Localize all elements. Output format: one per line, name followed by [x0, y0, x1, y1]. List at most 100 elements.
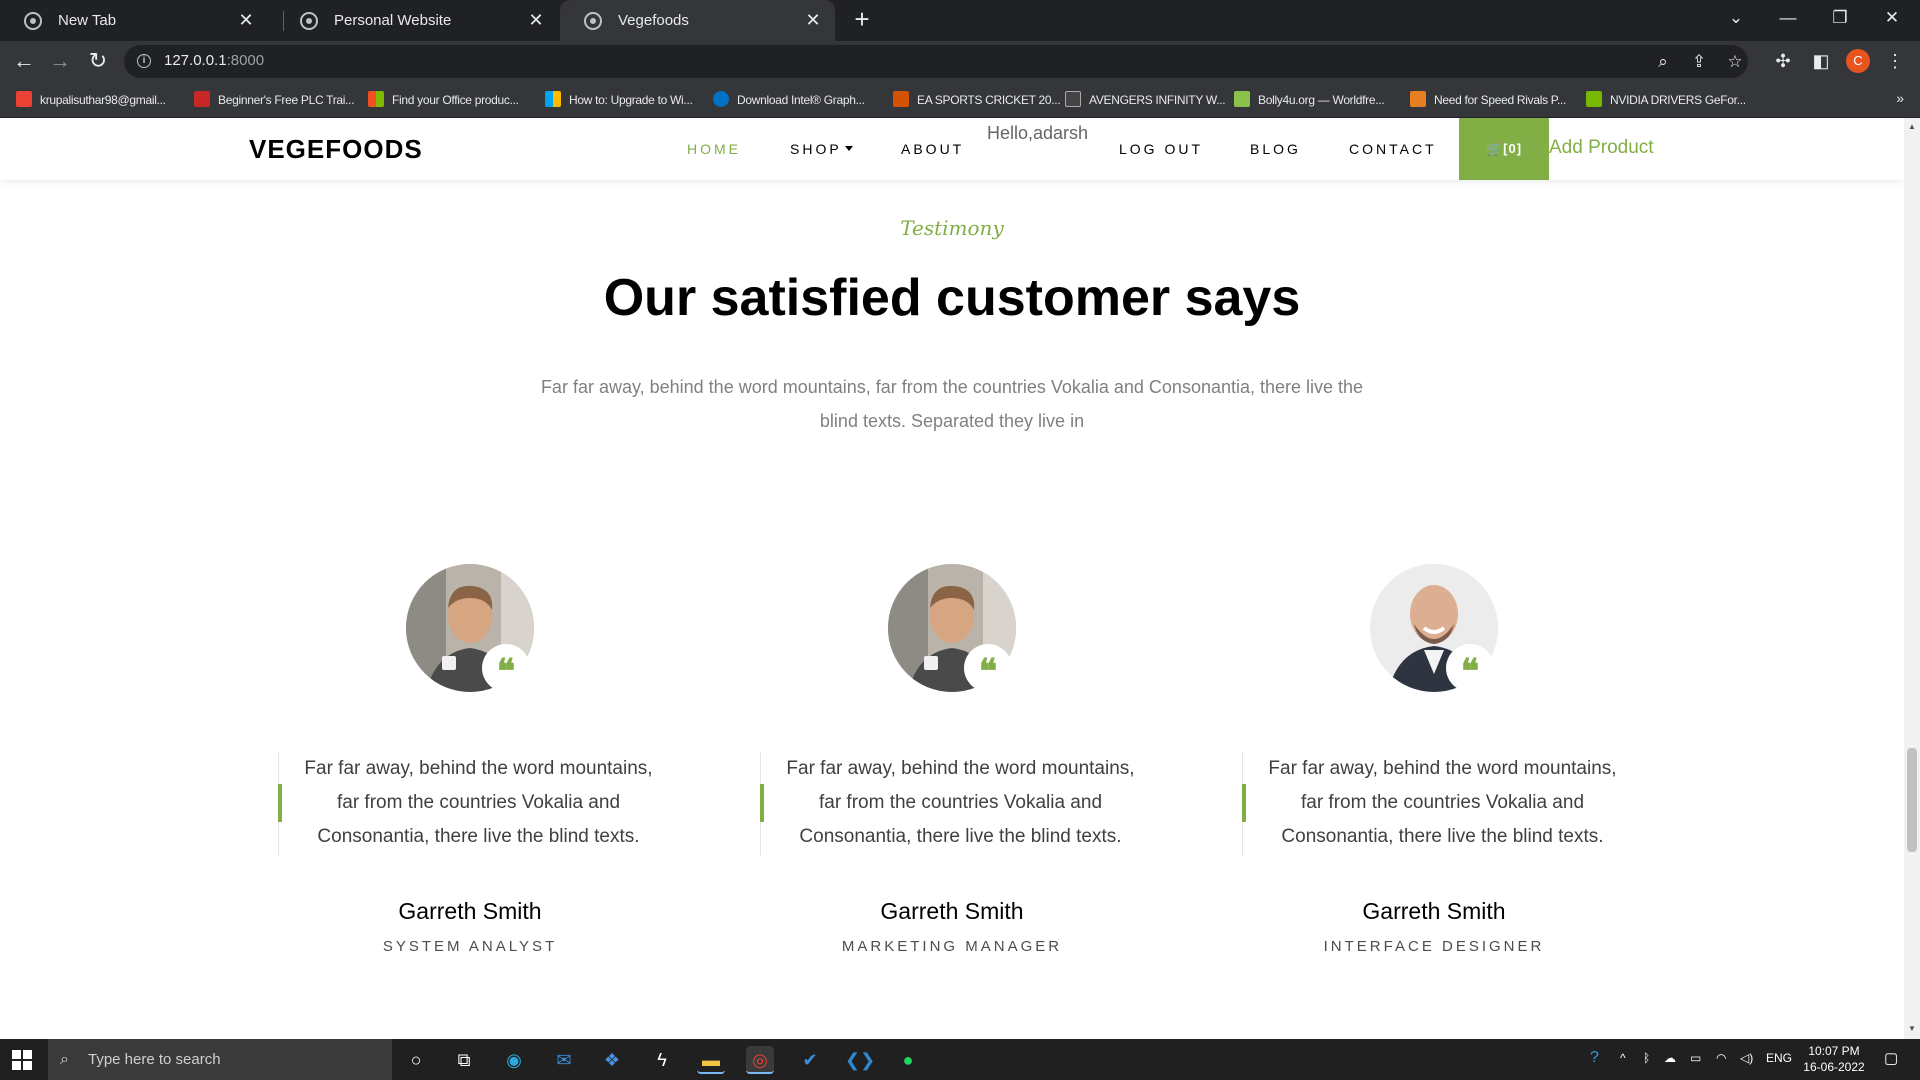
accent-bar [278, 784, 282, 822]
caret-down-icon [844, 146, 853, 151]
testimonial-text: Far far away, behind the word mountains,… [760, 752, 1160, 856]
todo-icon[interactable]: ✔ [796, 1046, 824, 1074]
bookmark-item[interactable]: EA SPORTS CRICKET 20... [893, 90, 1061, 110]
url-text[interactable]: 127.0.0.1:8000 [164, 52, 264, 69]
intel-icon [713, 91, 729, 107]
nav-about[interactable]: ABOUT [901, 141, 964, 157]
language-indicator[interactable]: ENG [1766, 1051, 1792, 1065]
chrome-icon [24, 11, 42, 30]
accent-bar [1242, 784, 1246, 822]
nav-home[interactable]: HOME [687, 141, 741, 157]
chevron-up-icon[interactable]: ^ [1620, 1051, 1626, 1065]
gmail-icon [16, 91, 32, 107]
restore-button[interactable]: ❐ [1816, 0, 1864, 36]
cart-icon: 🛒 [1485, 141, 1504, 156]
testimonial-card: ❝ Far far away, behind the word mountain… [1242, 564, 1642, 1004]
address-bar[interactable]: i 127.0.0.1:8000 ⌕ ⇪ ☆ [124, 45, 1748, 78]
mail-icon[interactable]: ✉ [550, 1046, 578, 1074]
bookmark-item[interactable]: NVIDIA DRIVERS GeFor... [1586, 90, 1746, 110]
bookmark-item[interactable]: Find your Office produc... [368, 90, 519, 110]
vscode-icon[interactable]: ❮❯ [845, 1046, 875, 1074]
bookmark-item[interactable]: AVENGERS INFINITY W... [1065, 90, 1226, 110]
bookmark-item[interactable]: Download Intel® Graph... [713, 90, 865, 110]
dropbox-icon[interactable]: ❖ [598, 1046, 626, 1074]
bookmarks-bar: krupalisuthar98@gmail... Beginner's Free… [0, 82, 1920, 118]
plc-icon [194, 91, 210, 107]
file-explorer-icon[interactable]: ▬ [697, 1046, 725, 1074]
cart-count: [0] [1503, 141, 1523, 156]
nav-logout[interactable]: LOG OUT [1119, 141, 1203, 157]
testimonial-card: ❝ Far far away, behind the word mountain… [278, 564, 678, 1004]
cloud-icon[interactable]: ☁ [1664, 1051, 1676, 1065]
scroll-down-icon[interactable]: ▼ [1907, 1024, 1917, 1033]
app-icon[interactable]: ϟ [648, 1046, 676, 1074]
customer-role: INTERFACE DESIGNER [1323, 938, 1545, 955]
accent-bar [760, 784, 764, 822]
menu-icon[interactable]: ⋮ [1882, 48, 1908, 74]
forward-button[interactable]: → [46, 47, 74, 75]
close-window-button[interactable]: ✕ [1868, 0, 1916, 36]
windows-start-icon[interactable] [12, 1050, 32, 1070]
minimize-button[interactable]: — [1764, 0, 1812, 36]
tab-vegefoods[interactable]: Vegefoods ✕ [560, 0, 835, 41]
nvidia-icon [1586, 91, 1602, 107]
section-intro: Far far away, behind the word mountains,… [540, 377, 1364, 431]
more-bookmarks-icon[interactable]: » [1896, 90, 1904, 106]
taskbar-search-input[interactable]: ⌕ Type here to search [48, 1039, 392, 1080]
cart-button[interactable]: 🛒[0] [1459, 118, 1549, 180]
nav-contact[interactable]: CONTACT [1349, 141, 1437, 157]
chrome-taskbar-icon[interactable]: ◎ [746, 1046, 774, 1074]
share-icon[interactable]: ⇪ [1688, 51, 1710, 73]
bookmark-star-icon[interactable]: ☆ [1724, 51, 1746, 73]
zoom-icon[interactable]: ⌕ [1652, 51, 1674, 73]
site-navbar: VEGEFOODS HOME SHOP ABOUT Hello,adarsh L… [0, 118, 1904, 180]
tab-new-tab[interactable]: New Tab ✕ [0, 0, 268, 41]
spotify-icon[interactable]: ● [894, 1046, 922, 1074]
close-icon[interactable]: ✕ [803, 10, 823, 30]
nav-blog[interactable]: BLOG [1250, 141, 1301, 157]
scroll-thumb[interactable] [1907, 748, 1917, 852]
bluetooth-icon[interactable]: ᛒ [1643, 1051, 1650, 1065]
clock[interactable]: 10:07 PM 16-06-2022 [1798, 1043, 1870, 1075]
section-heading: Our satisfied customer says [603, 269, 1301, 327]
testimonial-text: Far far away, behind the word mountains,… [278, 752, 678, 856]
site-info-icon[interactable]: i [137, 54, 151, 68]
browser-tabstrip: New Tab ✕ Personal Website ✕ Vegefoods ✕… [0, 0, 1920, 41]
cortana-icon[interactable]: ○ [402, 1046, 430, 1074]
bookmark-item[interactable]: Need for Speed Rivals P... [1410, 90, 1566, 110]
extensions-icon[interactable]: ✣ [1770, 48, 1796, 74]
bookmark-item[interactable]: How to: Upgrade to Wi... [545, 90, 693, 110]
new-tab-button[interactable]: + [849, 6, 875, 33]
help-icon[interactable]: ? [1590, 1049, 1599, 1067]
search-icon: ⌕ [60, 1051, 69, 1068]
microsoft-icon [545, 91, 561, 107]
wifi-icon[interactable]: ◠ [1716, 1051, 1726, 1065]
profile-avatar[interactable]: C [1846, 49, 1870, 73]
quote-icon: ❝ [964, 644, 1012, 692]
customer-name: Garreth Smith [880, 898, 1024, 924]
tab-personal-website[interactable]: Personal Website ✕ [276, 0, 558, 41]
close-icon[interactable]: ✕ [236, 10, 256, 30]
customer-name: Garreth Smith [1362, 898, 1506, 924]
side-panel-icon[interactable]: ◧ [1808, 48, 1834, 74]
bookmark-item[interactable]: Bolly4u.org — Worldfre... [1234, 90, 1385, 110]
notifications-icon[interactable]: ▢ [1884, 1049, 1898, 1067]
edge-icon[interactable]: ◉ [500, 1046, 528, 1074]
volume-icon[interactable]: ◁) [1740, 1051, 1753, 1065]
battery-icon[interactable]: ▭ [1690, 1051, 1701, 1065]
customer-name: Garreth Smith [398, 898, 542, 924]
tab-search-icon[interactable]: ⌄ [1712, 0, 1760, 36]
back-button[interactable]: ← [10, 47, 38, 75]
bookmark-item[interactable]: krupalisuthar98@gmail... [16, 90, 166, 110]
scroll-up-icon[interactable]: ▲ [1907, 122, 1917, 131]
tab-title: Personal Website [334, 12, 452, 29]
add-product-link[interactable]: Add Product [1549, 137, 1654, 159]
page-scrollbar[interactable]: ▲ ▼ [1904, 118, 1920, 1039]
quote-icon: ❝ [482, 644, 530, 692]
reload-button[interactable]: ↻ [84, 47, 112, 75]
task-view-icon[interactable]: ⧉ [450, 1046, 478, 1074]
close-icon[interactable]: ✕ [526, 10, 546, 30]
brand-logo[interactable]: VEGEFOODS [249, 134, 423, 165]
nav-shop[interactable]: SHOP [790, 141, 853, 157]
bookmark-item[interactable]: Beginner's Free PLC Trai... [194, 90, 355, 110]
